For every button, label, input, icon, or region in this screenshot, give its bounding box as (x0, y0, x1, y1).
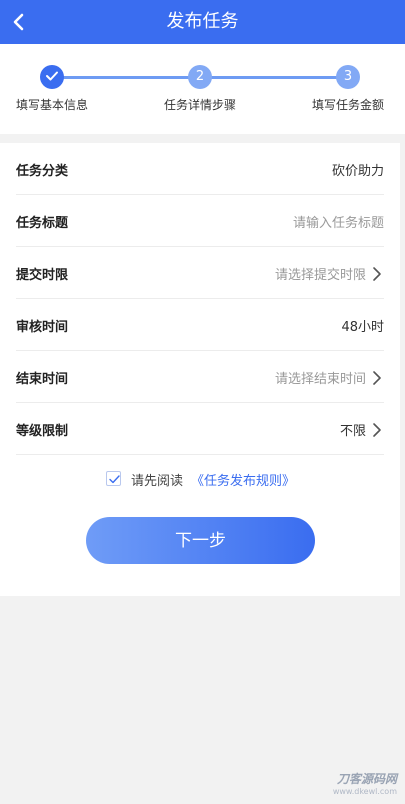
submit-limit-label: 提交时限 (16, 268, 69, 283)
review-time-label: 审核时间 (16, 320, 69, 335)
category-value: 砍价助力 (331, 164, 384, 179)
level-limit-label: 等级限制 (16, 424, 69, 439)
app-header: 发布任务 (0, 0, 405, 44)
end-time-row[interactable]: 结束时间 请选择结束时间 (16, 351, 384, 403)
title-input[interactable]: 请输入任务标题 (293, 212, 384, 231)
page-title: 发布任务 (166, 11, 239, 32)
step-3-label: 填写任务金额 (311, 98, 384, 112)
title-row: 任务标题 请输入任务标题 (16, 195, 384, 247)
step-connector-2 (200, 76, 348, 79)
end-time-picker[interactable]: 请选择结束时间 (275, 368, 366, 387)
review-time-row: 审核时间 48小时 (16, 299, 384, 351)
watermark-url: www.dkewl.com (332, 787, 397, 796)
chevron-right-icon (373, 267, 381, 281)
rules-link[interactable]: 《任务发布规则》 (191, 470, 295, 489)
submit-limit-row[interactable]: 提交时限 请选择提交时限 (16, 247, 384, 299)
step-connector-1 (52, 76, 200, 79)
task-form: 任务分类 砍价助力 任务标题 请输入任务标题 提交时限 请选择提交时限 审核时间… (0, 143, 400, 596)
submit-limit-picker[interactable]: 请选择提交时限 (275, 264, 366, 283)
step-1-indicator (40, 65, 64, 89)
end-time-label: 结束时间 (16, 372, 69, 387)
watermark: 刀客源码网 www.dkewl.com (333, 770, 397, 796)
level-limit-picker[interactable]: 不限 (340, 420, 366, 439)
review-time-value: 48小时 (341, 320, 384, 335)
next-step-button[interactable]: 下一步 (86, 517, 315, 564)
title-label: 任务标题 (16, 216, 69, 231)
step-progress: 2 3 填写基本信息 任务详情步骤 填写任务金额 (0, 44, 405, 134)
step-2-label: 任务详情步骤 (164, 98, 237, 112)
chevron-right-icon (373, 371, 381, 385)
watermark-brand: 刀客源码网 (336, 772, 397, 786)
step-2-indicator: 2 (188, 65, 212, 89)
checkmark-icon (46, 71, 58, 81)
agreement-checkbox[interactable] (106, 471, 121, 486)
step-3-indicator: 3 (336, 65, 360, 89)
step-1-label: 填写基本信息 (16, 98, 89, 112)
chevron-right-icon (373, 423, 381, 437)
category-row[interactable]: 任务分类 砍价助力 (16, 143, 384, 195)
level-limit-row[interactable]: 等级限制 不限 (16, 403, 384, 455)
agreement-text: 请先阅读 (131, 474, 184, 489)
category-label: 任务分类 (16, 164, 69, 179)
checkmark-icon (109, 475, 120, 484)
